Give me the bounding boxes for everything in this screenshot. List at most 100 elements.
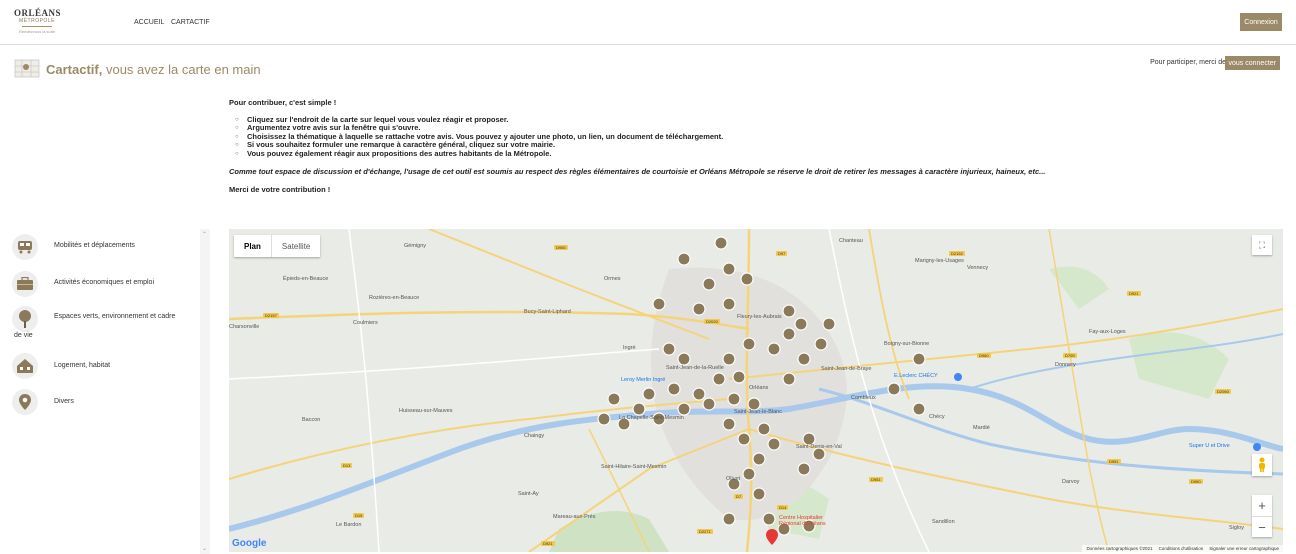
place-label: Donnery [1055,362,1076,368]
poi-label[interactable]: Leroy Merlin Ingré [621,377,665,383]
road-shield: D7 [734,494,744,499]
sidebar-scrollbar[interactable]: ⌃ ⌄ [200,229,210,554]
poi-label[interactable]: Super U et Drive [1189,443,1230,449]
thanks-text: Merci de votre contribution ! [229,184,331,194]
bus-icon [12,234,38,260]
map-pin-icon [12,389,38,415]
attribution-report-link[interactable]: Signaler une erreur cartographique [1209,546,1279,551]
category-label: Logement, habitat [54,362,111,369]
place-label: Darvoy [1062,479,1080,485]
attribution-terms-link[interactable]: Conditions d'utilisation [1159,546,1204,551]
briefcase-icon [12,271,38,297]
place-label: Saint-Hilaire-Saint-Mesmin [601,464,667,470]
place-label: Sandillon [932,519,955,525]
connect-button[interactable]: vous connecter [1224,56,1280,70]
place-label: Marigny-les-Usages [915,258,964,264]
road-shield: D709 [1063,353,1077,358]
place-label: Charsonville [229,324,260,330]
map-attribution: Données cartographiques ©2021 Conditions… [1082,545,1283,552]
top-navbar: ORLÉANS MÉTROPOLE Rendezvous la suite AC… [0,0,1296,45]
connexion-button[interactable]: Connexion [1240,13,1282,31]
map-type-satellite[interactable]: Satellite [270,235,320,257]
place-label: Mardié [973,425,990,431]
place-label: Saint-Ay [518,491,539,497]
road-shield: D14 [777,505,789,510]
category-label-continued: de vie [14,332,33,339]
road-shield: D960 [977,353,991,358]
place-label: Saint-Jean-le-Blanc [734,409,782,415]
attribution-data: Données cartographiques ©2021 [1086,546,1153,551]
road-shield: D951 [1107,459,1121,464]
map-type-plan[interactable]: Plan [234,235,271,257]
category-label: Activités économiques et emploi [54,279,154,286]
logo-divider [22,26,52,27]
street-view-pegman-icon[interactable] [1252,454,1272,476]
place-label: Saint-Denis-en-Val [796,444,842,450]
place-label: Épieds-en-Beauce [283,276,329,282]
place-label: Le Bardon [336,522,362,528]
place-label: Chanteau [839,238,863,244]
place-label: Mareau-aux-Prés [553,514,596,520]
nav-accueil[interactable]: ACCUEIL [134,19,164,26]
fullscreen-icon[interactable]: ⛶ [1252,235,1272,255]
road-shield: D921 [1127,291,1141,296]
instructions-steps: Cliquez sur l'endroit de la carte sur le… [235,115,1069,159]
place-label: Baccon [302,417,321,423]
road-shield: D960 [1189,479,1203,484]
road-shield: D951 [869,477,883,482]
zoom-out-button[interactable]: − [1252,517,1272,538]
place-label: Coulmiers [353,320,378,326]
moderation-warning: Comme tout espace de discussion et d'éch… [229,167,1046,176]
place-label: Bucy-Saint-Liphard [524,309,571,315]
google-logo: Google [232,538,267,549]
zoom-in-button[interactable]: + [1252,495,1272,517]
step-item: Vous pouvez également réagir aux proposi… [235,149,1069,159]
place-label: Chaingy [524,433,545,439]
road-shield: D2152 [949,251,965,256]
poi-label[interactable]: E.Leclerc CHÉCY [894,373,938,379]
place-label: Saint-Jean-de-la-Ruelle [666,365,724,371]
logo-tagline: Rendezvous la suite [18,29,56,34]
place-label: Boigny-sur-Bionne [884,341,930,347]
road-shield: D2271 [697,529,713,534]
place-label: La Chapelle-Saint-Mesmin [619,415,684,421]
place-label: Vennecy [967,265,989,271]
place-label: Olivet [726,476,741,482]
page-title: Cartactif, vous avez la carte en main [46,62,261,77]
instructions: Pour contribuer, c'est simple ! Cliquez … [229,98,1069,194]
road-shield: D97 [776,251,788,256]
nav-cartactif[interactable]: CARTACTIF [171,19,210,26]
page-title-rest: vous avez la carte en main [102,62,261,77]
orleans-metropole-logo[interactable]: ORLÉANS MÉTROPOLE Rendezvous la suite [14,8,62,34]
map-grid-icon [14,59,40,78]
scroll-down-icon[interactable]: ⌄ [202,545,207,552]
map-canvas[interactable]: Gémigny Chanteau Marigny-les-Usages Venn… [229,229,1283,552]
logo-line1: ORLÉANS [14,8,62,18]
place-label: Rozières-en-Beauce [369,295,420,301]
place-label: Huisseau-sur-Mauves [399,408,453,414]
place-label: Orléans [749,385,769,391]
house-icon [12,353,38,379]
tree-icon [12,306,38,332]
place-label: Ingré [623,345,636,351]
instructions-heading: Pour contribuer, c'est simple ! [229,98,337,107]
place-label: Ormes [604,276,621,282]
participate-text: Pour participer, merci de [1150,59,1226,66]
road-shield: D15 [353,513,365,518]
title-bar: Cartactif, vous avez la carte en main Po… [0,45,1296,93]
place-label: Fay-aux-Loges [1089,329,1126,335]
category-label: Divers [54,398,74,405]
road-shield: D2157 [263,313,279,318]
road-shield: D921 [541,541,555,546]
place-label: Sigloy [1229,525,1244,531]
category-sidebar: Mobilités et déplacements Activités écon… [0,229,212,554]
place-label: Fleury-les-Aubrais [737,314,782,320]
road-shield: D2060 [1215,389,1231,394]
poi-label[interactable]: Centre Hospitalier Régional d'Orléans [779,515,837,527]
scroll-up-icon[interactable]: ⌃ [202,231,207,238]
road-shield: D2020 [704,319,720,324]
road-shield: D13 [341,463,353,468]
place-label: Combleux [851,395,876,401]
place-label: Chécy [929,414,945,420]
map-type-toggle: Plan Satellite [234,235,321,257]
